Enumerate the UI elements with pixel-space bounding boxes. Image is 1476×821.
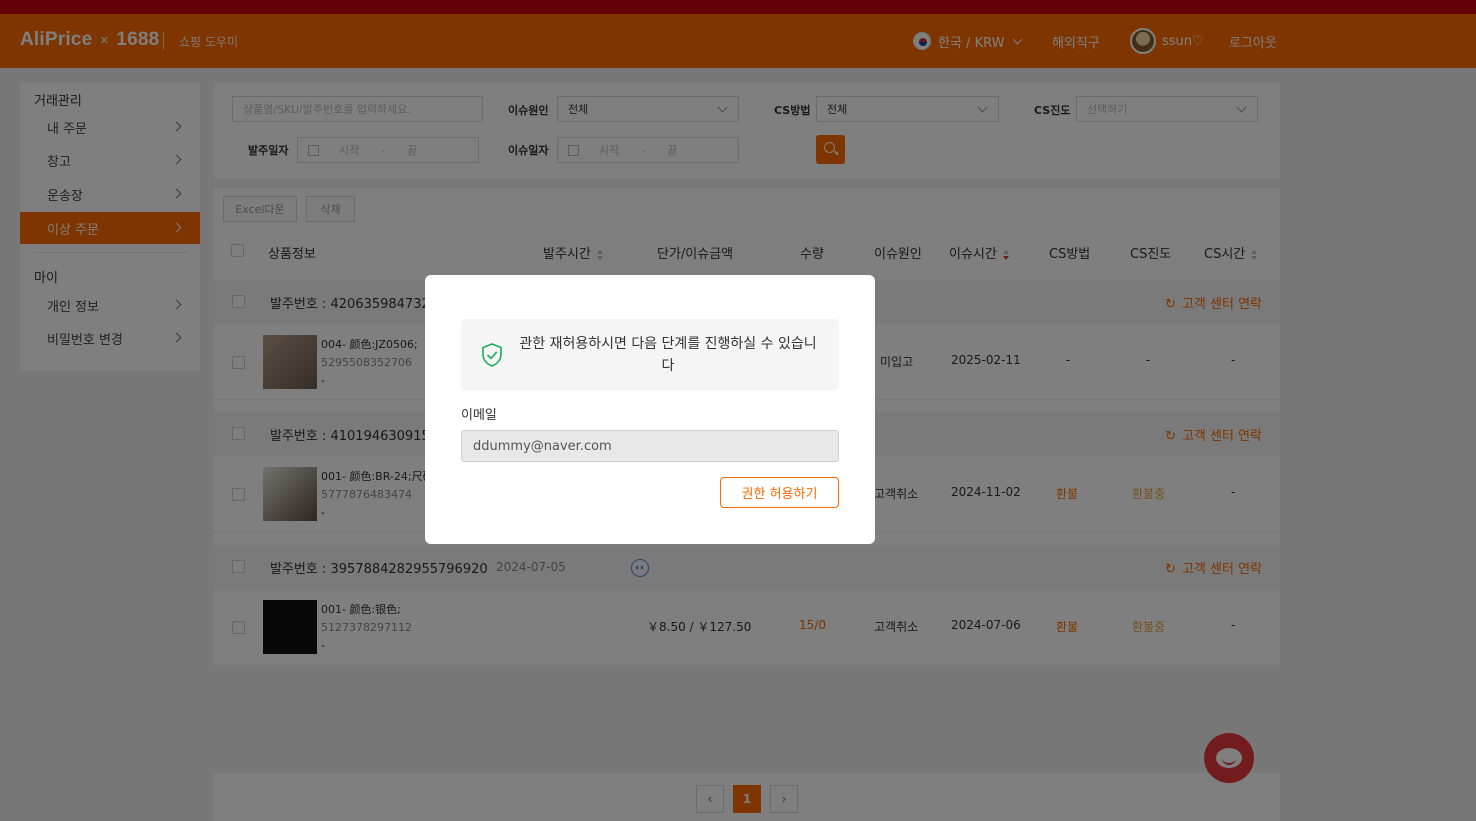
permission-dialog: 관한 재허용하시면 다음 단계를 진행하실 수 있습니다 이메일 권한 허용하기	[425, 275, 875, 544]
shield-check-icon	[482, 343, 502, 367]
allow-permission-button[interactable]: 권한 허용하기	[720, 477, 839, 508]
email-field[interactable]	[461, 430, 839, 462]
permission-notice: 관한 재허용하시면 다음 단계를 진행하실 수 있습니다	[461, 319, 839, 390]
email-label: 이메일	[461, 408, 497, 423]
notice-text: 관한 재허용하시면 다음 단계를 진행하실 수 있습니다	[519, 336, 817, 374]
